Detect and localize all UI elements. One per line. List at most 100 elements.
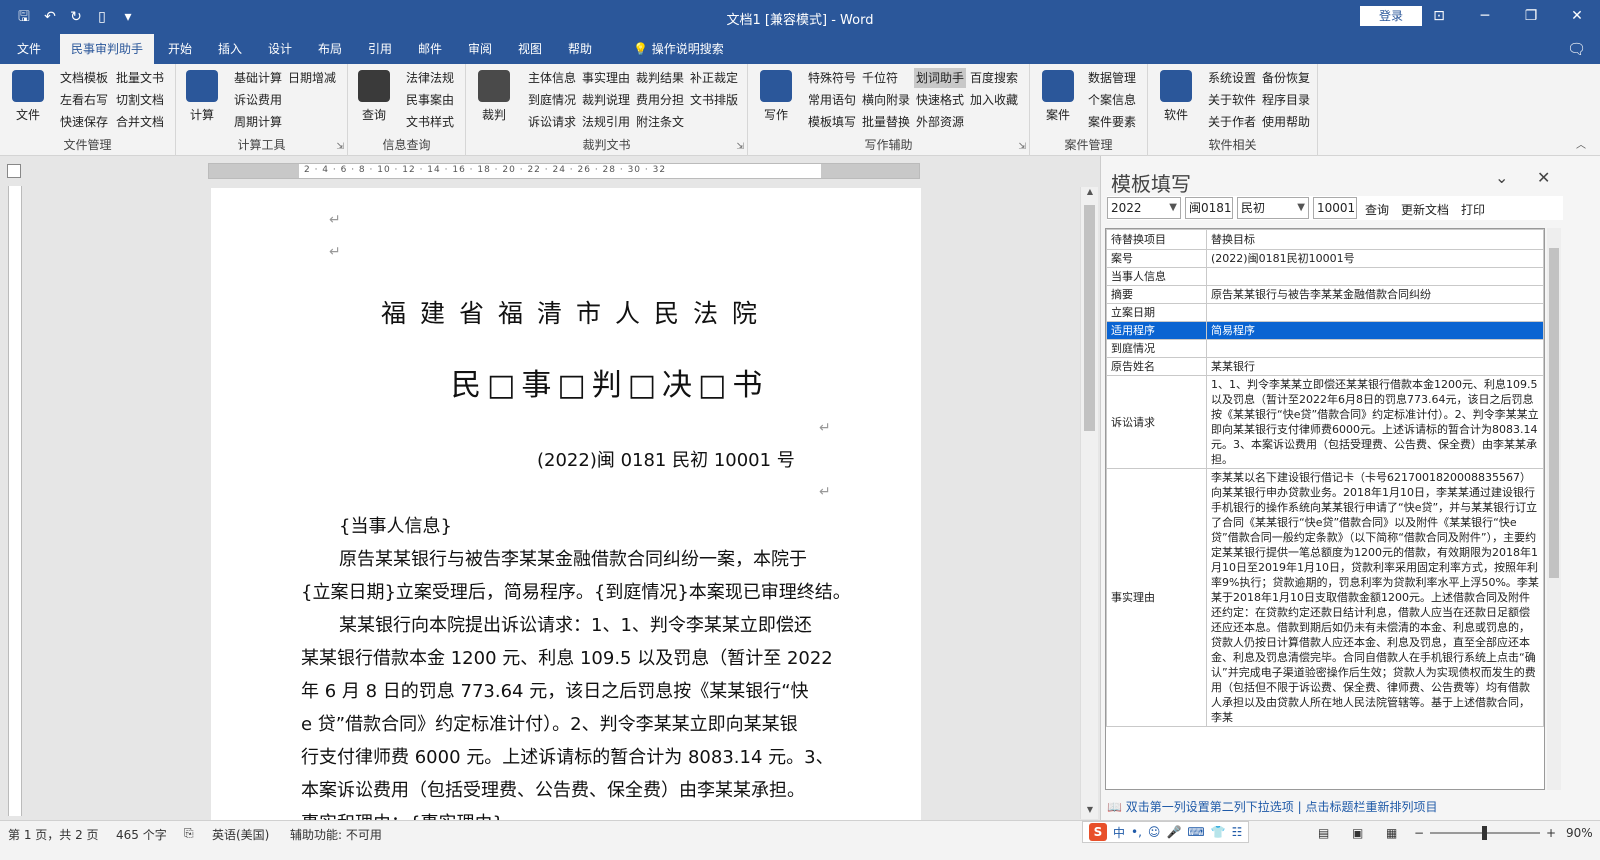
baidu-search-button[interactable]: 百度搜索 [970, 68, 1018, 88]
calc-big-button[interactable]: 计算 [180, 68, 224, 128]
skin-icon[interactable]: 👕 [1211, 825, 1226, 839]
law-citation-button[interactable]: 法规引用 [582, 112, 630, 132]
zoom-in-icon[interactable]: + [1546, 826, 1556, 840]
table-row[interactable]: 当事人信息 [1106, 267, 1544, 286]
minimize-icon[interactable]: ─ [1462, 0, 1508, 34]
row-key[interactable]: 事实理由 [1106, 468, 1207, 727]
tab-civil-assistant[interactable]: 民事审判助手 [60, 34, 154, 64]
case-number-field[interactable]: 10001 [1313, 197, 1357, 219]
zoom-slider-knob[interactable] [1482, 826, 1487, 840]
tab-mailings[interactable]: 邮件 [410, 34, 450, 64]
doc-styles-button[interactable]: 文书样式 [406, 112, 454, 132]
claims-button[interactable]: 诉讼请求 [528, 112, 576, 132]
proofing-icon[interactable]: ⎘ [184, 826, 194, 841]
tab-home[interactable]: 开始 [160, 34, 200, 64]
attendance-button[interactable]: 到庭情况 [528, 90, 576, 110]
case-info-button[interactable]: 个案信息 [1088, 90, 1136, 110]
scroll-thumb[interactable] [1549, 248, 1559, 578]
batch-replace-button[interactable]: 批量替换 [862, 112, 910, 132]
tab-help[interactable]: 帮助 [560, 34, 600, 64]
row-key[interactable]: 原告姓名 [1106, 357, 1207, 376]
accessibility-status[interactable]: 辅助功能: 不可用 [290, 826, 382, 843]
row-value[interactable]: 简易程序 [1206, 321, 1544, 340]
close-icon[interactable]: ✕ [1554, 0, 1600, 34]
column-header[interactable]: 替换目标 [1206, 229, 1544, 250]
special-symbols-button[interactable]: 特殊符号 [808, 68, 856, 88]
row-key[interactable]: 案号 [1106, 249, 1207, 268]
judgment-result-button[interactable]: 裁判结果 [636, 68, 684, 88]
tell-me-search[interactable]: 💡 操作说明搜索 [633, 34, 724, 64]
menu-icon[interactable]: ☷ [1232, 825, 1243, 839]
scroll-down-icon[interactable]: ▼ [1081, 805, 1099, 819]
merge-doc-button[interactable]: 合并文档 [116, 112, 164, 132]
doc-typeset-button[interactable]: 文书排版 [690, 90, 738, 110]
punctuation-icon[interactable]: •, [1131, 825, 1142, 839]
web-layout-icon[interactable]: ▦ [1386, 826, 1397, 840]
date-add-button[interactable]: 日期增减 [288, 68, 336, 88]
system-settings-button[interactable]: 系统设置 [1208, 68, 1256, 88]
laws-button[interactable]: 法律法规 [406, 68, 454, 88]
row-key[interactable]: 到庭情况 [1106, 339, 1207, 358]
civil-causes-button[interactable]: 民事案由 [406, 90, 454, 110]
pane-close-icon[interactable]: ✕ [1537, 168, 1550, 187]
restore-icon[interactable]: ❐ [1508, 0, 1554, 34]
year-select[interactable]: 2022 ▼ [1107, 197, 1181, 219]
dialog-launcher-icon[interactable]: ⇲ [736, 142, 744, 152]
program-dir-button[interactable]: 程序目录 [1262, 90, 1310, 110]
tab-insert[interactable]: 插入 [210, 34, 250, 64]
case-elements-button[interactable]: 案件要素 [1088, 112, 1136, 132]
court-code-field[interactable]: 闽0181 [1185, 197, 1233, 219]
word-count[interactable]: 465 个字 [116, 826, 167, 843]
document-page[interactable]: ↵ ↵ 福建省福清市人民法院 民□事□判□决□书 ↵ (2022)闽 0181 … [211, 188, 921, 820]
word-helper-button[interactable]: 划词助手 [914, 68, 967, 88]
data-management-button[interactable]: 数据管理 [1088, 68, 1136, 88]
case-big-button[interactable]: 案件 [1036, 68, 1080, 128]
query-button[interactable]: 查询 [1365, 201, 1389, 218]
document-area[interactable]: ↵ ↵ 福建省福清市人民法院 民□事□判□决□书 ↵ (2022)闽 0181 … [28, 180, 1078, 820]
table-row[interactable]: 原告姓名 某某银行 [1106, 357, 1544, 376]
table-row[interactable]: 到庭情况 [1106, 339, 1544, 358]
usage-help-button[interactable]: 使用帮助 [1262, 112, 1310, 132]
zoom-slider[interactable] [1430, 826, 1540, 840]
row-key[interactable]: 摘要 [1106, 285, 1207, 304]
ribbon-display-icon[interactable]: ⊡ [1416, 0, 1462, 34]
party-info-button[interactable]: 主体信息 [528, 68, 576, 88]
external-resources-button[interactable]: 外部资源 [916, 112, 964, 132]
update-document-button[interactable]: 更新文档 [1401, 201, 1449, 218]
table-row[interactable]: 事实理由 李某某以名下建设银行借记卡（卡号6217001820008835567）… [1106, 468, 1544, 727]
common-phrases-button[interactable]: 常用语句 [808, 90, 856, 110]
emoji-icon[interactable]: ☺ [1148, 825, 1161, 839]
backup-restore-button[interactable]: 备份恢复 [1262, 68, 1310, 88]
correction-ruling-button[interactable]: 补正裁定 [690, 68, 738, 88]
split-doc-button[interactable]: 切割文档 [116, 90, 164, 110]
tab-view[interactable]: 视图 [510, 34, 550, 64]
landscape-appendix-button[interactable]: 横向附录 [862, 90, 910, 110]
table-row[interactable]: 摘要 原告某某银行与被告李某某金融借款合同纠纷 [1106, 285, 1544, 304]
table-row-selected[interactable]: 适用程序 简易程序 [1106, 321, 1544, 340]
row-key[interactable]: 当事人信息 [1106, 267, 1207, 286]
row-value[interactable] [1206, 303, 1544, 322]
scroll-thumb[interactable] [1084, 205, 1095, 431]
tab-selector[interactable] [7, 164, 21, 178]
tab-review[interactable]: 审阅 [460, 34, 500, 64]
dialog-launcher-icon[interactable]: ⇲ [1018, 142, 1026, 152]
template-fill-button[interactable]: 模板填写 [808, 112, 856, 132]
about-software-button[interactable]: 关于软件 [1208, 90, 1256, 110]
facts-reasons-button[interactable]: 事实理由 [582, 68, 630, 88]
quick-format-button[interactable]: 快速格式 [916, 90, 964, 110]
batch-docs-button[interactable]: 批量文书 [116, 68, 164, 88]
reasoning-button[interactable]: 裁判说理 [582, 90, 630, 110]
litigation-fee-button[interactable]: 诉讼费用 [234, 90, 282, 110]
about-author-button[interactable]: 关于作者 [1208, 112, 1256, 132]
row-value[interactable]: 1、1、判令李某某立即偿还某某银行借款本金1200元、利息109.5以及罚息（暂… [1206, 375, 1544, 469]
language-status[interactable]: 英语(美国) [212, 826, 269, 843]
horizontal-ruler[interactable]: 2 · 4 · 6 · 8 · 10 · 12 · 14 · 16 · 18 ·… [208, 163, 920, 179]
ime-language[interactable]: 中 [1113, 824, 1125, 841]
case-type-select[interactable]: 民初 ▼ [1237, 197, 1309, 219]
read-mode-icon[interactable]: ▤ [1318, 826, 1329, 840]
row-value[interactable] [1206, 267, 1544, 286]
grid-scrollbar[interactable] [1547, 228, 1561, 790]
tab-design[interactable]: 设计 [260, 34, 300, 64]
add-favorite-button[interactable]: 加入收藏 [970, 90, 1018, 110]
table-row[interactable]: 案号 (2022)闽0181民初10001号 [1106, 249, 1544, 268]
